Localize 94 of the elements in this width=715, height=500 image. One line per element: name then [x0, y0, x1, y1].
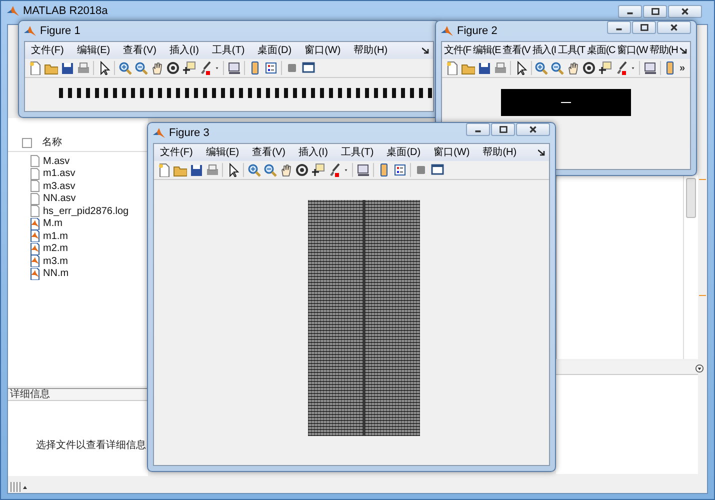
file-item[interactable]: M.asv — [8, 155, 148, 168]
hand-icon[interactable] — [150, 61, 164, 75]
change-marker — [699, 295, 706, 296]
minimize-button[interactable] — [466, 123, 490, 136]
window-title: Figure 3 — [169, 126, 210, 141]
maximize-button[interactable] — [643, 4, 667, 18]
zoom-out-icon[interactable] — [134, 61, 148, 75]
menu-item[interactable]: 查看(V) — [252, 145, 286, 160]
window-title: MATLAB R2018a — [23, 4, 108, 19]
menu-item[interactable]: 窗口(W) — [434, 145, 470, 160]
brush-icon[interactable] — [614, 61, 628, 75]
menu-item[interactable]: 桌面(D) — [258, 43, 292, 58]
matlab-logo-icon — [24, 25, 36, 37]
menu-item[interactable]: 编辑(E — [473, 43, 501, 58]
legend-icon[interactable] — [264, 61, 278, 75]
minimize-button[interactable] — [607, 21, 631, 34]
undock-arrow-icon[interactable] — [680, 47, 687, 54]
overflow-button[interactable]: » — [679, 60, 685, 76]
rotate-icon[interactable] — [166, 61, 180, 75]
file-item[interactable]: m3.asv — [8, 180, 148, 192]
menu-item[interactable]: 工具(T — [558, 43, 586, 58]
linked-plot-icon[interactable] — [642, 61, 657, 75]
linked-plot-icon[interactable] — [356, 163, 370, 177]
menu-item[interactable]: 文件(F) — [160, 145, 193, 160]
column-header: 名称 — [42, 136, 62, 150]
data-cursor-icon[interactable] — [311, 163, 325, 177]
save-icon[interactable] — [189, 163, 203, 177]
menu-item[interactable]: 插入(I — [532, 43, 556, 58]
scrollbar[interactable] — [686, 178, 696, 218]
zoom-in-icon[interactable] — [247, 163, 261, 177]
brush-icon[interactable] — [198, 61, 212, 75]
menu-item[interactable]: 帮助(H) — [354, 43, 388, 58]
file-item[interactable]: m2.m — [8, 242, 148, 255]
hand-icon[interactable] — [566, 61, 580, 75]
maximize-button[interactable] — [632, 21, 656, 34]
close-button[interactable] — [668, 4, 702, 18]
file-item[interactable]: NN.asv — [8, 192, 148, 205]
window-icon[interactable] — [430, 163, 444, 177]
hand-icon[interactable] — [279, 163, 293, 177]
undock-arrow-icon[interactable] — [538, 149, 545, 156]
file-item[interactable]: hs_err_pid2876.log — [8, 205, 148, 218]
linked-plot-icon[interactable] — [227, 61, 241, 75]
file-item[interactable]: NN.m — [8, 268, 148, 280]
new-file-icon[interactable] — [28, 61, 42, 75]
menu-item[interactable]: 插入(I) — [298, 145, 328, 160]
data-cursor-icon[interactable] — [598, 61, 612, 75]
new-file-icon[interactable] — [157, 163, 171, 177]
matlab-logo-icon — [7, 5, 19, 17]
zoom-in-icon[interactable] — [534, 61, 548, 75]
menu-item[interactable]: 查看(V — [502, 43, 530, 58]
menu-item[interactable]: 文件(F — [444, 43, 472, 58]
change-marker — [699, 179, 706, 180]
rotate-icon[interactable] — [295, 163, 309, 177]
zoom-in-icon[interactable] — [118, 61, 132, 75]
close-button[interactable] — [657, 21, 691, 34]
close-button[interactable] — [516, 123, 550, 136]
file-item[interactable]: m1.asv — [8, 168, 148, 180]
panel-header: 详细信息 — [8, 389, 148, 401]
menu-item[interactable]: 桌面(C — [587, 43, 616, 58]
undock-arrow-icon[interactable] — [422, 47, 429, 54]
menu-item[interactable]: 文件(F) — [31, 43, 64, 58]
details-message: 选择文件以查看详细信息 — [36, 438, 146, 453]
minimize-button[interactable] — [618, 4, 642, 18]
brush-icon[interactable] — [327, 163, 341, 177]
zoom-out-icon[interactable] — [550, 61, 564, 75]
grip-icon[interactable] — [10, 481, 28, 492]
menu-item[interactable]: 桌面(D) — [386, 145, 421, 160]
checkbox[interactable] — [22, 138, 32, 148]
rotate-icon[interactable] — [582, 61, 596, 75]
menu-item[interactable]: 工具(T) — [340, 145, 374, 160]
zoom-out-icon[interactable] — [263, 163, 277, 177]
legend-icon[interactable] — [393, 163, 407, 177]
save-icon[interactable] — [60, 61, 74, 75]
menu-item[interactable]: 帮助(H — [650, 43, 678, 58]
matlab-logo-icon — [153, 127, 165, 139]
menu-item[interactable]: 工具(T) — [212, 43, 245, 58]
new-file-icon[interactable] — [445, 61, 459, 75]
save-icon[interactable] — [477, 61, 491, 75]
menu-item[interactable]: 帮助(H) — [482, 145, 517, 160]
file-item[interactable]: m1.m — [8, 230, 148, 242]
menu-item[interactable]: 窗口(W — [617, 43, 648, 58]
data-cursor-icon[interactable] — [182, 61, 196, 75]
window-title: Figure 2 — [457, 24, 498, 39]
menu-item[interactable]: 窗口(W) — [304, 43, 341, 58]
file-item[interactable]: M.m — [8, 218, 148, 230]
maximize-button[interactable] — [491, 123, 515, 136]
window-icon[interactable] — [301, 61, 315, 75]
menu-item[interactable]: 插入(I) — [169, 43, 199, 58]
file-item[interactable]: m3.m — [8, 255, 148, 268]
menu-item[interactable]: 编辑(E) — [76, 43, 110, 58]
matlab-logo-icon — [441, 25, 453, 37]
window-title: Figure 1 — [40, 24, 80, 39]
menu-item[interactable]: 编辑(E) — [206, 145, 240, 160]
menu-item[interactable]: 查看(V) — [123, 43, 156, 58]
